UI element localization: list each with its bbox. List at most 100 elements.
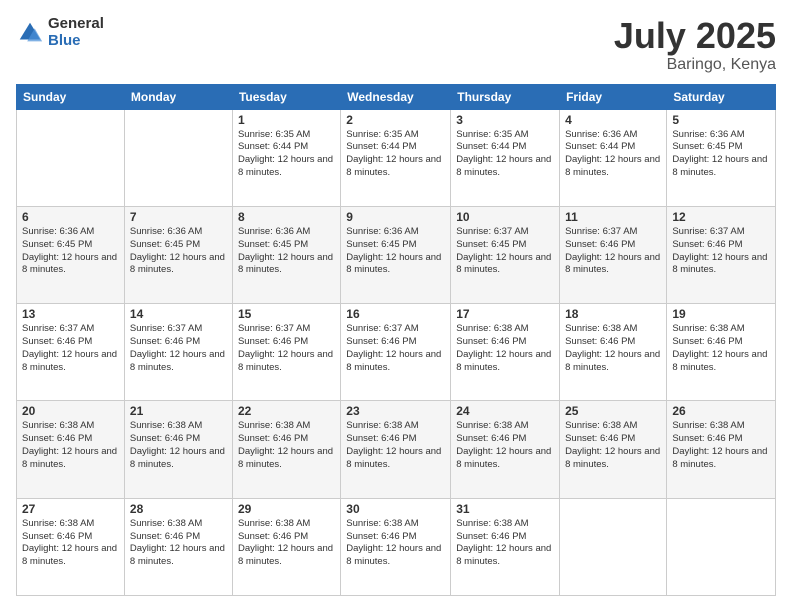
calendar-cell: 3Sunrise: 6:35 AM Sunset: 6:44 PM Daylig… bbox=[451, 109, 560, 206]
day-info: Sunrise: 6:38 AM Sunset: 6:46 PM Dayligh… bbox=[22, 518, 119, 569]
day-number: 4 bbox=[565, 113, 661, 127]
day-number: 17 bbox=[456, 307, 554, 321]
calendar-cell: 13 Sunrise: 6:37 AM Sunset: 6:46 PM Dayli… bbox=[17, 304, 125, 401]
logo-text: General Blue bbox=[48, 16, 104, 49]
day-info: Sunrise: 6:37 AM Sunset: 6:46 PM Dayligh… bbox=[346, 323, 445, 374]
day-info: Sunrise: 6:37 AM Sunset: 6:46 PM Dayligh… bbox=[672, 226, 770, 277]
day-number: 9 bbox=[346, 210, 445, 224]
day-number: 12 bbox=[672, 210, 770, 224]
calendar-cell: 14Sunrise: 6:37 AM Sunset: 6:46 PM Dayli… bbox=[124, 304, 232, 401]
day-number: 31 bbox=[456, 502, 554, 516]
logo-icon bbox=[16, 19, 44, 47]
calendar-cell: 20 Sunrise: 6:38 AM Sunset: 6:46 PM Dayli… bbox=[17, 401, 125, 498]
day-number: 22 bbox=[238, 404, 335, 418]
calendar-cell: 12 Sunrise: 6:37 AM Sunset: 6:46 PM Dayli… bbox=[667, 206, 776, 303]
day-number: 21 bbox=[130, 404, 227, 418]
day-info: Sunrise: 6:35 AM Sunset: 6:44 PM Dayligh… bbox=[346, 129, 445, 180]
day-info: Sunrise: 6:37 AM Sunset: 6:46 PM Dayligh… bbox=[238, 323, 335, 374]
day-number: 5 bbox=[672, 113, 770, 127]
day-number: 29 bbox=[238, 502, 335, 516]
day-number: 30 bbox=[346, 502, 445, 516]
calendar-cell bbox=[17, 109, 125, 206]
day-number: 7 bbox=[130, 210, 227, 224]
weekday-header-row: SundayMondayTuesdayWednesdayThursdayFrid… bbox=[17, 84, 776, 109]
day-number: 27 bbox=[22, 502, 119, 516]
day-number: 8 bbox=[238, 210, 335, 224]
day-info: Sunrise: 6:38 AM Sunset: 6:46 PM Dayligh… bbox=[672, 420, 770, 471]
logo: General Blue bbox=[16, 16, 104, 49]
weekday-header-friday: Friday bbox=[560, 84, 667, 109]
weekday-header-sunday: Sunday bbox=[17, 84, 125, 109]
day-info: Sunrise: 6:37 AM Sunset: 6:46 PM Dayligh… bbox=[130, 323, 227, 374]
calendar-cell: 21 Sunrise: 6:38 AM Sunset: 6:46 PM Dayli… bbox=[124, 401, 232, 498]
calendar-cell: 8 Sunrise: 6:36 AM Sunset: 6:45 PM Daylig… bbox=[232, 206, 340, 303]
calendar-cell: 2 Sunrise: 6:35 AM Sunset: 6:44 PM Daylig… bbox=[341, 109, 451, 206]
day-info: Sunrise: 6:38 AM Sunset: 6:46 PM Dayligh… bbox=[22, 420, 119, 471]
day-info: Sunrise: 6:38 AM Sunset: 6:46 PM Dayligh… bbox=[456, 518, 554, 569]
calendar-cell bbox=[667, 498, 776, 595]
calendar-row-2: 13 Sunrise: 6:37 AM Sunset: 6:46 PM Dayli… bbox=[17, 304, 776, 401]
page: General Blue July 2025 Baringo, Kenya Su… bbox=[0, 0, 792, 612]
day-info: Sunrise: 6:38 AM Sunset: 6:46 PM Dayligh… bbox=[346, 518, 445, 569]
calendar-cell: 28Sunrise: 6:38 AM Sunset: 6:46 PM Dayli… bbox=[124, 498, 232, 595]
day-number: 13 bbox=[22, 307, 119, 321]
day-number: 15 bbox=[238, 307, 335, 321]
calendar-cell: 30 Sunrise: 6:38 AM Sunset: 6:46 PM Dayli… bbox=[341, 498, 451, 595]
day-number: 6 bbox=[22, 210, 119, 224]
calendar-cell: 5 Sunrise: 6:36 AM Sunset: 6:45 PM Daylig… bbox=[667, 109, 776, 206]
calendar-cell: 29 Sunrise: 6:38 AM Sunset: 6:46 PM Dayli… bbox=[232, 498, 340, 595]
calendar-cell bbox=[560, 498, 667, 595]
day-info: Sunrise: 6:36 AM Sunset: 6:45 PM Dayligh… bbox=[22, 226, 119, 277]
weekday-header-thursday: Thursday bbox=[451, 84, 560, 109]
month-title: July 2025 bbox=[614, 16, 776, 56]
day-info: Sunrise: 6:36 AM Sunset: 6:45 PM Dayligh… bbox=[238, 226, 335, 277]
calendar-cell bbox=[124, 109, 232, 206]
day-info: Sunrise: 6:38 AM Sunset: 6:46 PM Dayligh… bbox=[456, 323, 554, 374]
logo-blue: Blue bbox=[48, 33, 104, 50]
day-number: 24 bbox=[456, 404, 554, 418]
day-info: Sunrise: 6:38 AM Sunset: 6:46 PM Dayligh… bbox=[130, 420, 227, 471]
calendar-row-1: 6 Sunrise: 6:36 AM Sunset: 6:45 PM Daylig… bbox=[17, 206, 776, 303]
calendar-cell: 27 Sunrise: 6:38 AM Sunset: 6:46 PM Dayli… bbox=[17, 498, 125, 595]
day-info: Sunrise: 6:38 AM Sunset: 6:46 PM Dayligh… bbox=[565, 323, 661, 374]
day-info: Sunrise: 6:37 AM Sunset: 6:45 PM Dayligh… bbox=[456, 226, 554, 277]
calendar-cell: 17 Sunrise: 6:38 AM Sunset: 6:46 PM Dayli… bbox=[451, 304, 560, 401]
day-number: 1 bbox=[238, 113, 335, 127]
calendar-cell: 18 Sunrise: 6:38 AM Sunset: 6:46 PM Dayli… bbox=[560, 304, 667, 401]
day-number: 26 bbox=[672, 404, 770, 418]
day-info: Sunrise: 6:38 AM Sunset: 6:46 PM Dayligh… bbox=[238, 518, 335, 569]
day-info: Sunrise: 6:38 AM Sunset: 6:46 PM Dayligh… bbox=[672, 323, 770, 374]
weekday-header-tuesday: Tuesday bbox=[232, 84, 340, 109]
calendar-cell: 11Sunrise: 6:37 AM Sunset: 6:46 PM Dayli… bbox=[560, 206, 667, 303]
calendar-cell: 4 Sunrise: 6:36 AM Sunset: 6:44 PM Daylig… bbox=[560, 109, 667, 206]
day-number: 2 bbox=[346, 113, 445, 127]
weekday-header-saturday: Saturday bbox=[667, 84, 776, 109]
calendar-table: SundayMondayTuesdayWednesdayThursdayFrid… bbox=[16, 84, 776, 596]
day-number: 18 bbox=[565, 307, 661, 321]
calendar-cell: 24 Sunrise: 6:38 AM Sunset: 6:46 PM Dayli… bbox=[451, 401, 560, 498]
day-info: Sunrise: 6:38 AM Sunset: 6:46 PM Dayligh… bbox=[346, 420, 445, 471]
calendar-cell: 6 Sunrise: 6:36 AM Sunset: 6:45 PM Daylig… bbox=[17, 206, 125, 303]
logo-general: General bbox=[48, 16, 104, 33]
calendar-cell: 22 Sunrise: 6:38 AM Sunset: 6:46 PM Dayli… bbox=[232, 401, 340, 498]
calendar-cell: 1Sunrise: 6:35 AM Sunset: 6:44 PM Daylig… bbox=[232, 109, 340, 206]
calendar-cell: 19 Sunrise: 6:38 AM Sunset: 6:46 PM Dayli… bbox=[667, 304, 776, 401]
day-info: Sunrise: 6:38 AM Sunset: 6:46 PM Dayligh… bbox=[565, 420, 661, 471]
day-info: Sunrise: 6:36 AM Sunset: 6:44 PM Dayligh… bbox=[565, 129, 661, 180]
calendar-row-4: 27 Sunrise: 6:38 AM Sunset: 6:46 PM Dayli… bbox=[17, 498, 776, 595]
day-number: 19 bbox=[672, 307, 770, 321]
day-number: 23 bbox=[346, 404, 445, 418]
calendar-cell: 9Sunrise: 6:36 AM Sunset: 6:45 PM Daylig… bbox=[341, 206, 451, 303]
day-info: Sunrise: 6:36 AM Sunset: 6:45 PM Dayligh… bbox=[672, 129, 770, 180]
calendar-cell: 15 Sunrise: 6:37 AM Sunset: 6:46 PM Dayli… bbox=[232, 304, 340, 401]
calendar-cell: 23 Sunrise: 6:38 AM Sunset: 6:46 PM Dayli… bbox=[341, 401, 451, 498]
calendar-cell: 10Sunrise: 6:37 AM Sunset: 6:45 PM Dayli… bbox=[451, 206, 560, 303]
day-number: 28 bbox=[130, 502, 227, 516]
day-info: Sunrise: 6:38 AM Sunset: 6:46 PM Dayligh… bbox=[238, 420, 335, 471]
day-number: 20 bbox=[22, 404, 119, 418]
day-info: Sunrise: 6:38 AM Sunset: 6:46 PM Dayligh… bbox=[456, 420, 554, 471]
location-title: Baringo, Kenya bbox=[614, 56, 776, 74]
weekday-header-wednesday: Wednesday bbox=[341, 84, 451, 109]
day-info: Sunrise: 6:37 AM Sunset: 6:46 PM Dayligh… bbox=[22, 323, 119, 374]
calendar-cell: 26 Sunrise: 6:38 AM Sunset: 6:46 PM Dayli… bbox=[667, 401, 776, 498]
